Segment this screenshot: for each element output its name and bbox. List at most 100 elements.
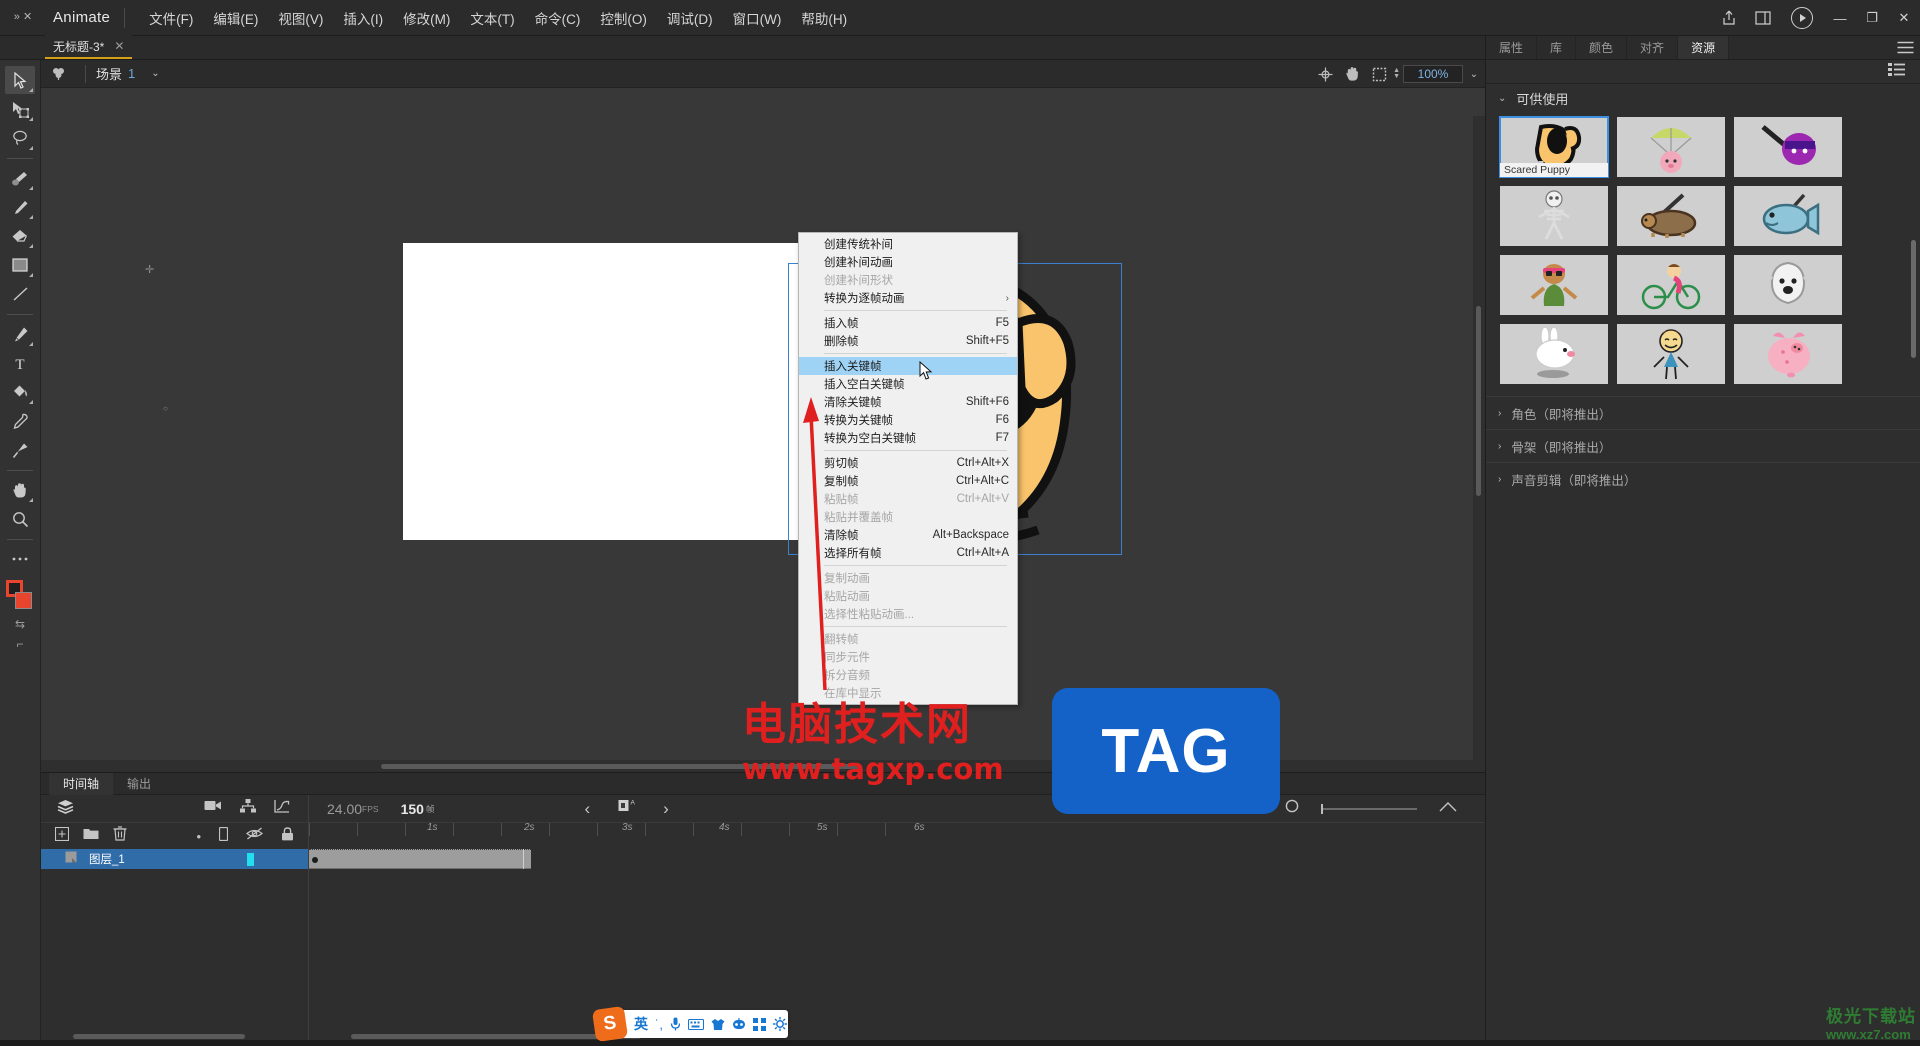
- menu-item[interactable]: 创建传统补间: [799, 235, 1017, 253]
- zoom-tool[interactable]: [5, 505, 35, 533]
- tab-library[interactable]: 库: [1537, 36, 1577, 59]
- ime-toolbar[interactable]: S 英 ˙,: [591, 1005, 788, 1043]
- emoji-icon[interactable]: [732, 1018, 746, 1030]
- menu-help[interactable]: 帮助(H): [791, 4, 857, 32]
- swap-colors-icon[interactable]: ⇆: [8, 614, 32, 634]
- subselection-tool[interactable]: [5, 95, 35, 123]
- text-tool[interactable]: T: [5, 349, 35, 377]
- share-icon[interactable]: [1712, 0, 1746, 36]
- previous-keyframe-button[interactable]: ‹: [584, 799, 590, 819]
- hamburger-icon[interactable]: [1890, 36, 1920, 59]
- fill-color-swatch[interactable]: [15, 592, 32, 609]
- menu-window[interactable]: 窗口(W): [723, 4, 792, 32]
- lock-icon[interactable]: [281, 826, 294, 846]
- lasso-tool[interactable]: [5, 124, 35, 152]
- zoom-dropdown-caret-icon[interactable]: ⌄: [1463, 69, 1485, 80]
- resize-timeline-icon[interactable]: [1439, 800, 1457, 818]
- delete-layer-button[interactable]: [113, 826, 127, 846]
- chevron-down-icon[interactable]: ⌄: [1498, 93, 1506, 104]
- asset-item[interactable]: [1734, 186, 1842, 246]
- voice-icon[interactable]: [670, 1017, 681, 1031]
- canvas-vertical-scrollbar[interactable]: [1473, 116, 1485, 772]
- menu-item[interactable]: 插入关键帧: [799, 357, 1017, 375]
- zoom-stepper[interactable]: ▲ ▼: [1393, 67, 1400, 80]
- menu-commands[interactable]: 命令(C): [525, 4, 591, 32]
- maximize-button[interactable]: ❐: [1856, 0, 1888, 36]
- timeline-ruler[interactable]: 1s 2s 3s 4s 5s 6s 10 20 30 40: [309, 823, 1485, 849]
- insert-keyframe-button[interactable]: A: [618, 798, 636, 819]
- filled-frames[interactable]: [309, 849, 531, 869]
- layer-row[interactable]: 图层_1: [41, 849, 308, 869]
- assets-scrollbar[interactable]: [1911, 240, 1916, 358]
- pen-tool[interactable]: [5, 320, 35, 348]
- frames-grid[interactable]: [309, 849, 1485, 1046]
- menu-item[interactable]: 插入帧 F5: [799, 314, 1017, 332]
- layer-name[interactable]: 图层_1: [89, 851, 125, 867]
- scene-dropdown-caret-icon[interactable]: ⌄: [151, 68, 159, 79]
- asset-item[interactable]: [1617, 117, 1725, 177]
- onion-skin-range-slider[interactable]: [1321, 803, 1417, 814]
- tab-timeline[interactable]: 时间轴: [49, 772, 114, 795]
- hand-tool[interactable]: [5, 476, 35, 504]
- workspace-toggle[interactable]: » ✕: [0, 0, 45, 36]
- menu-modify[interactable]: 修改(M): [393, 4, 460, 32]
- play-preview-button[interactable]: [1780, 0, 1824, 36]
- eraser-tool[interactable]: [5, 222, 35, 250]
- settings-icon[interactable]: [772, 1017, 787, 1031]
- chevron-right-icon[interactable]: ›: [1498, 441, 1501, 452]
- paint-bucket-tool[interactable]: [5, 378, 35, 406]
- onion-skin-toggle[interactable]: [1285, 799, 1299, 818]
- add-folder-button[interactable]: [83, 827, 99, 845]
- rectangle-tool[interactable]: [5, 251, 35, 279]
- menu-item[interactable]: 转换为逐帧动画 ›: [799, 289, 1017, 307]
- selection-tool[interactable]: [5, 66, 35, 94]
- eye-off-icon[interactable]: [246, 827, 263, 845]
- menu-view[interactable]: 视图(V): [268, 4, 333, 32]
- asset-item[interactable]: [1500, 255, 1608, 315]
- color-swatches[interactable]: [5, 580, 35, 614]
- sogou-logo-icon[interactable]: S: [591, 1005, 629, 1043]
- menu-item[interactable]: 删除帧 Shift+F5: [799, 332, 1017, 350]
- tab-output[interactable]: 输出: [113, 773, 165, 795]
- canvas[interactable]: ✛ ○: [41, 88, 1485, 772]
- pan-hand-icon[interactable]: [1339, 60, 1366, 88]
- asset-item[interactable]: [1500, 186, 1608, 246]
- frame-strip[interactable]: [309, 849, 1485, 869]
- section-audio-clips[interactable]: › 声音剪辑（即将推出）: [1486, 462, 1920, 495]
- menu-control[interactable]: 控制(O): [590, 4, 657, 32]
- stage-canvas-white[interactable]: [403, 243, 851, 540]
- tab-align[interactable]: 对齐: [1627, 36, 1679, 59]
- menu-edit[interactable]: 编辑(E): [203, 4, 268, 32]
- menu-debug[interactable]: 调试(D): [657, 4, 723, 32]
- ime-mode-label[interactable]: 英: [634, 1014, 648, 1034]
- fps-value[interactable]: 24.00: [327, 801, 362, 817]
- skin-icon[interactable]: [711, 1018, 725, 1031]
- chevron-right-icon[interactable]: ›: [1498, 474, 1501, 485]
- menu-file[interactable]: 文件(F): [139, 4, 203, 32]
- fit-stage-icon[interactable]: [1366, 60, 1393, 88]
- tab-assets[interactable]: 资源: [1678, 36, 1730, 59]
- pencil-tool[interactable]: [5, 193, 35, 221]
- clover-icon[interactable]: [41, 66, 75, 81]
- asset-item[interactable]: [1617, 324, 1725, 384]
- expand-chevron-icon[interactable]: » ✕: [14, 12, 32, 23]
- graph-editor-icon[interactable]: [274, 799, 290, 818]
- width-tool[interactable]: [5, 436, 35, 464]
- outline-flag-icon[interactable]: •: [196, 829, 201, 844]
- workspace-layout-icon[interactable]: [1746, 0, 1780, 36]
- tab-properties[interactable]: 属性: [1486, 36, 1538, 59]
- asset-item[interactable]: [1500, 324, 1608, 384]
- layers-stack-icon[interactable]: [57, 799, 74, 819]
- default-colors-icon[interactable]: ⌐: [8, 634, 32, 654]
- asset-item[interactable]: [1617, 255, 1725, 315]
- menu-insert[interactable]: 插入(I): [333, 4, 393, 32]
- asset-item[interactable]: [1734, 117, 1842, 177]
- chevron-right-icon[interactable]: ›: [1498, 408, 1501, 419]
- document-tab-close-icon[interactable]: ✕: [114, 39, 124, 53]
- list-view-icon[interactable]: [1888, 62, 1906, 81]
- menu-item[interactable]: 创建补间动画: [799, 253, 1017, 271]
- asset-item[interactable]: [1734, 324, 1842, 384]
- frames-value[interactable]: 150: [401, 801, 424, 817]
- next-keyframe-button[interactable]: ›: [663, 799, 669, 819]
- line-tool[interactable]: [5, 280, 35, 308]
